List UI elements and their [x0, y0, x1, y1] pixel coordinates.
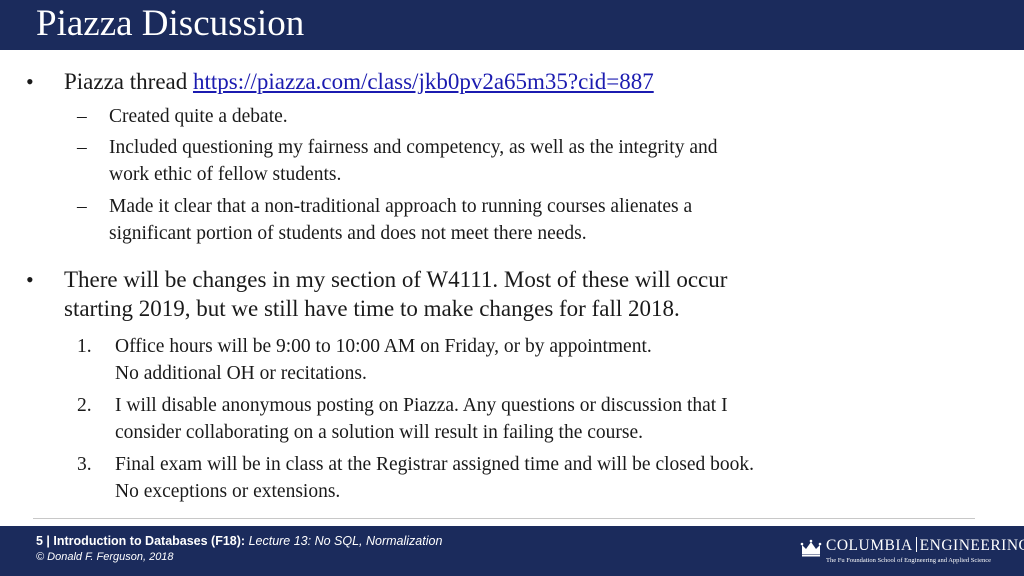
logo-subtitle: The Fu Foundation School of Engineering … [826, 557, 991, 564]
item-number: 3. [77, 454, 92, 475]
item-number: 1. [77, 336, 92, 357]
slide-title: Piazza Discussion [36, 3, 305, 44]
bullet-text-line1: There will be changes in my section of W… [64, 267, 728, 292]
subitem-text-line1: Made it clear that a non-traditional app… [109, 196, 693, 217]
footer: 5 | Introduction to Databases (F18): Lec… [0, 526, 1024, 576]
footer-lecture-title: Lecture 13: No SQL, Normalization [245, 534, 443, 548]
item-text-line2: No additional OH or recitations. [115, 363, 367, 384]
subitem-text-line2: work ethic of fellow students. [109, 164, 342, 185]
numbered-item-anonymous-posting: 2. I will disable anonymous posting on P… [77, 392, 995, 446]
logo-wordmark: COLUMBIA ENGINEERING [826, 537, 1024, 555]
logo-engineering: ENGINEERING [919, 537, 1024, 554]
subitem-fairness: – Included questioning my fairness and c… [77, 134, 969, 188]
subitem-text-line2: significant portion of students and does… [109, 223, 587, 244]
item-text-line2: consider collaborating on a solution wil… [115, 422, 644, 443]
title-bar: Piazza Discussion [0, 0, 1024, 50]
dash-marker: – [77, 196, 87, 217]
logo-columbia: COLUMBIA [826, 537, 913, 554]
bullet-text: Piazza thread [64, 69, 193, 94]
footer-page-number: 5 | [36, 534, 54, 548]
columbia-engineering-logo: COLUMBIA ENGINEERING The Fu Foundation Sc… [800, 536, 1024, 570]
footer-course-name: Introduction to Databases (F18): [53, 534, 246, 548]
subitem-debate: – Created quite a debate. [77, 103, 969, 130]
numbered-item-office-hours: 1. Office hours will be 9:00 to 10:00 AM… [77, 333, 995, 387]
bullet-marker: • [26, 69, 34, 94]
item-text-line2: No exceptions or extensions. [115, 481, 341, 502]
subitem-non-traditional: – Made it clear that a non-traditional a… [77, 193, 969, 247]
bullet-changes: • There will be changes in my section of… [26, 265, 984, 323]
footer-course-line: 5 | Introduction to Databases (F18): Lec… [36, 534, 442, 548]
bullet-marker: • [26, 267, 34, 292]
logo-separator [915, 537, 917, 552]
item-text-line1: Office hours will be 9:00 to 10:00 AM on… [115, 336, 652, 357]
item-text-line1: I will disable anonymous posting on Piaz… [115, 395, 728, 416]
bullet-text-line2: starting 2019, but we still have time to… [64, 296, 680, 321]
item-text-line1: Final exam will be in class at the Regis… [115, 454, 755, 475]
footer-copyright: © Donald F. Ferguson, 2018 [36, 551, 174, 563]
subitem-text: Created quite a debate. [109, 106, 288, 127]
crown-icon [800, 539, 822, 557]
subitem-text-line1: Included questioning my fairness and com… [109, 137, 718, 158]
item-number: 2. [77, 395, 92, 416]
footer-divider [33, 518, 975, 519]
bullet-piazza-thread: • Piazza thread https://piazza.com/class… [26, 67, 984, 96]
piazza-thread-link[interactable]: https://piazza.com/class/jkb0pv2a65m35?c… [193, 69, 654, 94]
dash-marker: – [77, 137, 87, 158]
dash-marker: – [77, 106, 87, 127]
numbered-item-final-exam: 3. Final exam will be in class at the Re… [77, 451, 995, 505]
